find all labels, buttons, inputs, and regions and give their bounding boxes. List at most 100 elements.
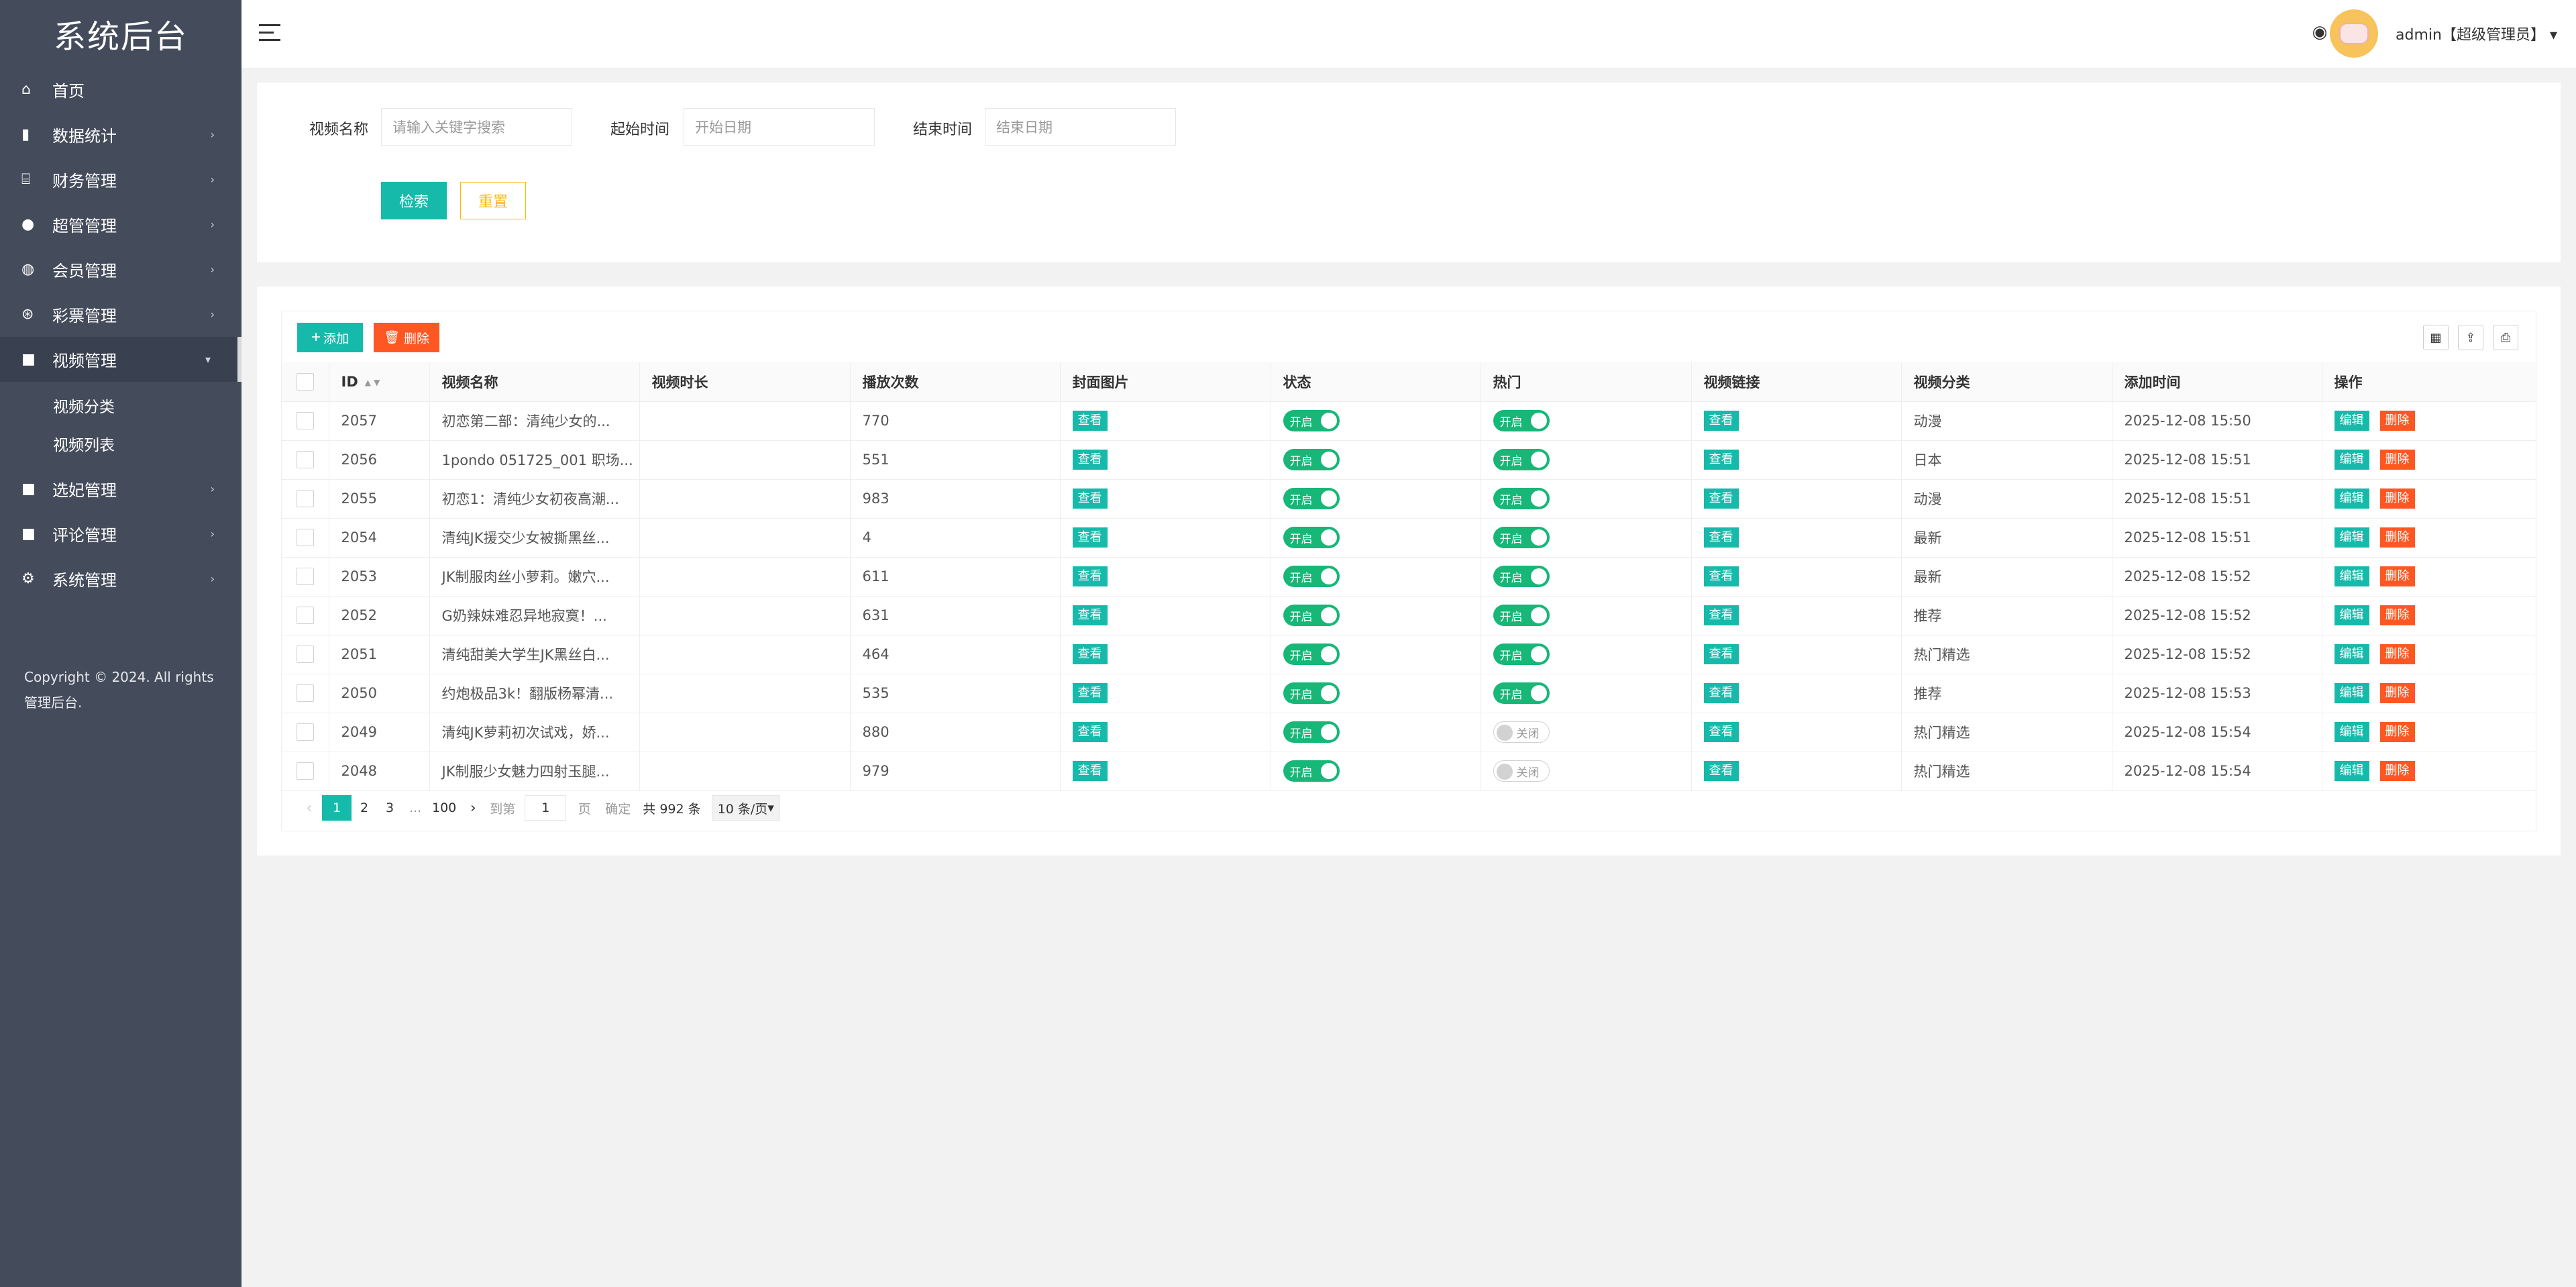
view-link-button[interactable]: 查看 <box>1703 450 1739 470</box>
edit-button[interactable]: 编辑 <box>2334 450 2369 470</box>
delete-button[interactable]: 删除 <box>2379 411 2415 431</box>
goto-confirm-button[interactable]: 确定 <box>597 795 639 821</box>
page-2[interactable]: 2 <box>352 795 377 821</box>
sidebar-item-1[interactable]: ■ 选妃管理 › <box>0 466 241 511</box>
hot-toggle[interactable]: 开启 <box>1493 488 1550 509</box>
sidebar-subitem-1[interactable]: 视频分类 <box>0 386 241 424</box>
search-button[interactable]: 检索 <box>381 182 447 219</box>
view-cover-button[interactable]: 查看 <box>1072 566 1108 586</box>
view-link-button[interactable]: 查看 <box>1703 488 1739 509</box>
edit-button[interactable]: 编辑 <box>2334 683 2369 703</box>
status-toggle[interactable]: 开启 <box>1283 449 1340 470</box>
view-cover-button[interactable]: 查看 <box>1072 761 1108 781</box>
view-cover-button[interactable]: 查看 <box>1072 411 1108 431</box>
video-name-input[interactable]: 请输入关键字搜索 <box>381 108 572 146</box>
delete-button[interactable]: 删除 <box>2379 527 2415 548</box>
edit-button[interactable]: 编辑 <box>2334 488 2369 509</box>
columns-filter-icon[interactable]: ▦ <box>2423 325 2449 350</box>
hot-toggle[interactable]: 开启 <box>1493 527 1550 548</box>
status-toggle[interactable]: 开启 <box>1283 721 1340 743</box>
view-link-button[interactable]: 查看 <box>1703 605 1739 625</box>
sidebar-subitem-2[interactable]: 视频列表 <box>0 424 241 462</box>
menu-toggle-icon[interactable] <box>259 24 280 43</box>
status-toggle[interactable]: 开启 <box>1283 605 1340 626</box>
hot-toggle[interactable]: 开启 <box>1493 682 1550 704</box>
row-checkbox[interactable] <box>297 607 314 624</box>
hot-toggle[interactable]: 开启 <box>1493 449 1550 470</box>
status-toggle[interactable]: 开启 <box>1283 488 1340 509</box>
view-link-button[interactable]: 查看 <box>1703 722 1739 742</box>
view-link-button[interactable]: 查看 <box>1703 761 1739 781</box>
sidebar-item-1[interactable]: ⌂ 首页 <box>0 67 241 112</box>
delete-button[interactable]: 删除 <box>2379 644 2415 664</box>
edit-button[interactable]: 编辑 <box>2334 644 2369 664</box>
view-cover-button[interactable]: 查看 <box>1072 488 1108 509</box>
sidebar-item-5[interactable]: ◍ 会员管理 › <box>0 247 241 292</box>
batch-delete-button[interactable]: 🗑 删除 <box>374 323 439 352</box>
sidebar-item-2[interactable]: ▮ 数据统计 › <box>0 112 241 157</box>
view-link-button[interactable]: 查看 <box>1703 644 1739 664</box>
hot-toggle[interactable]: 关闭 <box>1493 721 1550 743</box>
edit-button[interactable]: 编辑 <box>2334 722 2369 742</box>
delete-button[interactable]: 删除 <box>2379 761 2415 781</box>
avatar[interactable] <box>2330 9 2378 58</box>
reset-button[interactable]: 重置 <box>460 182 526 219</box>
delete-button[interactable]: 删除 <box>2379 683 2415 703</box>
edit-button[interactable]: 编辑 <box>2334 605 2369 625</box>
row-checkbox[interactable] <box>297 529 314 546</box>
delete-button[interactable]: 删除 <box>2379 488 2415 509</box>
view-cover-button[interactable]: 查看 <box>1072 450 1108 470</box>
hot-toggle[interactable]: 开启 <box>1493 644 1550 665</box>
hot-toggle[interactable]: 开启 <box>1493 410 1550 431</box>
edit-button[interactable]: 编辑 <box>2334 411 2369 431</box>
column-header-1[interactable]: ID ▲ ▼ <box>329 362 430 402</box>
sort-icon[interactable]: ▲ ▼ <box>365 378 380 387</box>
sidebar-item-2[interactable]: ■ 评论管理 › <box>0 511 241 556</box>
delete-button[interactable]: 删除 <box>2379 566 2415 586</box>
delete-button[interactable]: 删除 <box>2379 722 2415 742</box>
next-page-icon[interactable]: › <box>460 795 486 821</box>
view-link-button[interactable]: 查看 <box>1703 566 1739 586</box>
row-checkbox[interactable] <box>297 490 314 507</box>
edit-button[interactable]: 编辑 <box>2334 761 2369 781</box>
status-toggle[interactable]: 开启 <box>1283 644 1340 665</box>
view-cover-button[interactable]: 查看 <box>1072 527 1108 548</box>
user-menu[interactable]: admin【超级管理员】 ▾ <box>2396 23 2557 44</box>
prev-page-icon[interactable]: ‹ <box>297 795 322 821</box>
view-cover-button[interactable]: 查看 <box>1072 644 1108 664</box>
page-last[interactable]: 100 <box>428 795 460 821</box>
goto-page-input[interactable]: 1 <box>525 795 567 821</box>
row-checkbox[interactable] <box>297 568 314 585</box>
end-date-input[interactable]: 结束日期 <box>985 108 1176 146</box>
page-1[interactable]: 1 <box>322 795 352 821</box>
status-toggle[interactable]: 开启 <box>1283 682 1340 704</box>
per-page-select[interactable]: 10 条/页 ▾ <box>711 795 780 821</box>
row-checkbox[interactable] <box>297 684 314 702</box>
sidebar-item-4[interactable]: ● 超管管理 › <box>0 202 241 247</box>
view-cover-button[interactable]: 查看 <box>1072 683 1108 703</box>
sidebar-item-3[interactable]: ⚙ 系统管理 › <box>0 556 241 601</box>
delete-button[interactable]: 删除 <box>2379 450 2415 470</box>
start-date-input[interactable]: 开始日期 <box>684 108 875 146</box>
edit-button[interactable]: 编辑 <box>2334 566 2369 586</box>
row-checkbox[interactable] <box>297 762 314 780</box>
page-3[interactable]: 3 <box>377 795 402 821</box>
sidebar-item-6[interactable]: ⊛ 彩票管理 › <box>0 292 241 337</box>
status-toggle[interactable]: 开启 <box>1283 566 1340 587</box>
edit-button[interactable]: 编辑 <box>2334 527 2369 548</box>
row-checkbox[interactable] <box>297 723 314 741</box>
export-icon[interactable]: ⇪ <box>2458 325 2483 350</box>
hot-toggle[interactable]: 关闭 <box>1493 760 1550 782</box>
status-toggle[interactable]: 开启 <box>1283 760 1340 782</box>
view-link-button[interactable]: 查看 <box>1703 683 1739 703</box>
view-link-button[interactable]: 查看 <box>1703 411 1739 431</box>
row-checkbox[interactable] <box>297 451 314 468</box>
select-all-checkbox[interactable] <box>297 372 314 391</box>
status-toggle[interactable]: 开启 <box>1283 410 1340 431</box>
hot-toggle[interactable]: 开启 <box>1493 605 1550 626</box>
view-cover-button[interactable]: 查看 <box>1072 722 1108 742</box>
row-checkbox[interactable] <box>297 412 314 429</box>
hot-toggle[interactable]: 开启 <box>1493 566 1550 587</box>
print-icon[interactable]: ⎙ <box>2493 325 2518 350</box>
view-link-button[interactable]: 查看 <box>1703 527 1739 548</box>
